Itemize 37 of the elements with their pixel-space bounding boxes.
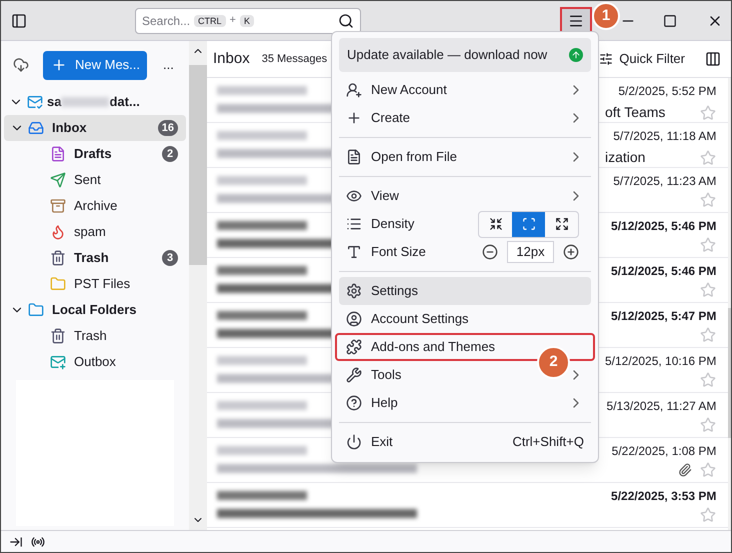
- folder-name: Trash: [74, 249, 110, 268]
- keyboard-key: K: [240, 14, 254, 26]
- keyboard-key: CTRL: [194, 14, 226, 26]
- message-date: 5/12/2025, 5:46 PM: [611, 218, 716, 235]
- update-text: Update available — download now: [347, 46, 548, 64]
- message-date: 5/22/2025, 1:08 PM: [612, 443, 716, 460]
- folder-name: Sent: [74, 171, 102, 190]
- menu-item-label: Density: [371, 215, 416, 234]
- message-count: 35 Messages: [262, 52, 328, 67]
- message-subject: oft Teams: [605, 103, 666, 122]
- folder-title: Inbox: [213, 48, 250, 69]
- folder-name: Trash: [74, 327, 108, 346]
- unread-count: 16: [158, 120, 178, 136]
- search-placeholder: Search...: [142, 12, 190, 30]
- message-date: 5/22/2025, 3:53 PM: [611, 488, 716, 505]
- folder-name: Local Folders: [52, 301, 138, 320]
- keyboard-shortcut: Ctrl+Shift+Q: [512, 433, 584, 452]
- message-date: 5/13/2025, 11:27 AM: [606, 398, 716, 415]
- account-name: dat...: [109, 93, 140, 112]
- menu-item-label: Font Size: [371, 243, 427, 262]
- message-subject: ization: [605, 148, 646, 167]
- message-date: 5/7/2025, 11:18 AM: [613, 128, 716, 145]
- message-date: 5/12/2025, 10:16 PM: [605, 353, 716, 370]
- folder-name: spam: [74, 223, 107, 242]
- account-name: sa: [47, 93, 62, 112]
- message-date: 5/2/2025, 5:52 PM: [618, 83, 716, 100]
- folder-name: Drafts: [74, 145, 113, 164]
- plus-text: +: [230, 13, 236, 28]
- unread-count: 3: [162, 250, 178, 266]
- message-date: 5/12/2025, 5:47 PM: [611, 308, 716, 325]
- folder-name: Archive: [74, 197, 118, 216]
- unread-count: 2: [162, 146, 178, 162]
- message-date: 5/7/2025, 11:23 AM: [613, 173, 716, 190]
- folder-name: Inbox: [52, 119, 88, 138]
- message-date: 5/12/2025, 5:46 PM: [611, 263, 716, 280]
- folder-name: PST Files: [74, 275, 132, 294]
- folder-name: Outbox: [74, 353, 117, 372]
